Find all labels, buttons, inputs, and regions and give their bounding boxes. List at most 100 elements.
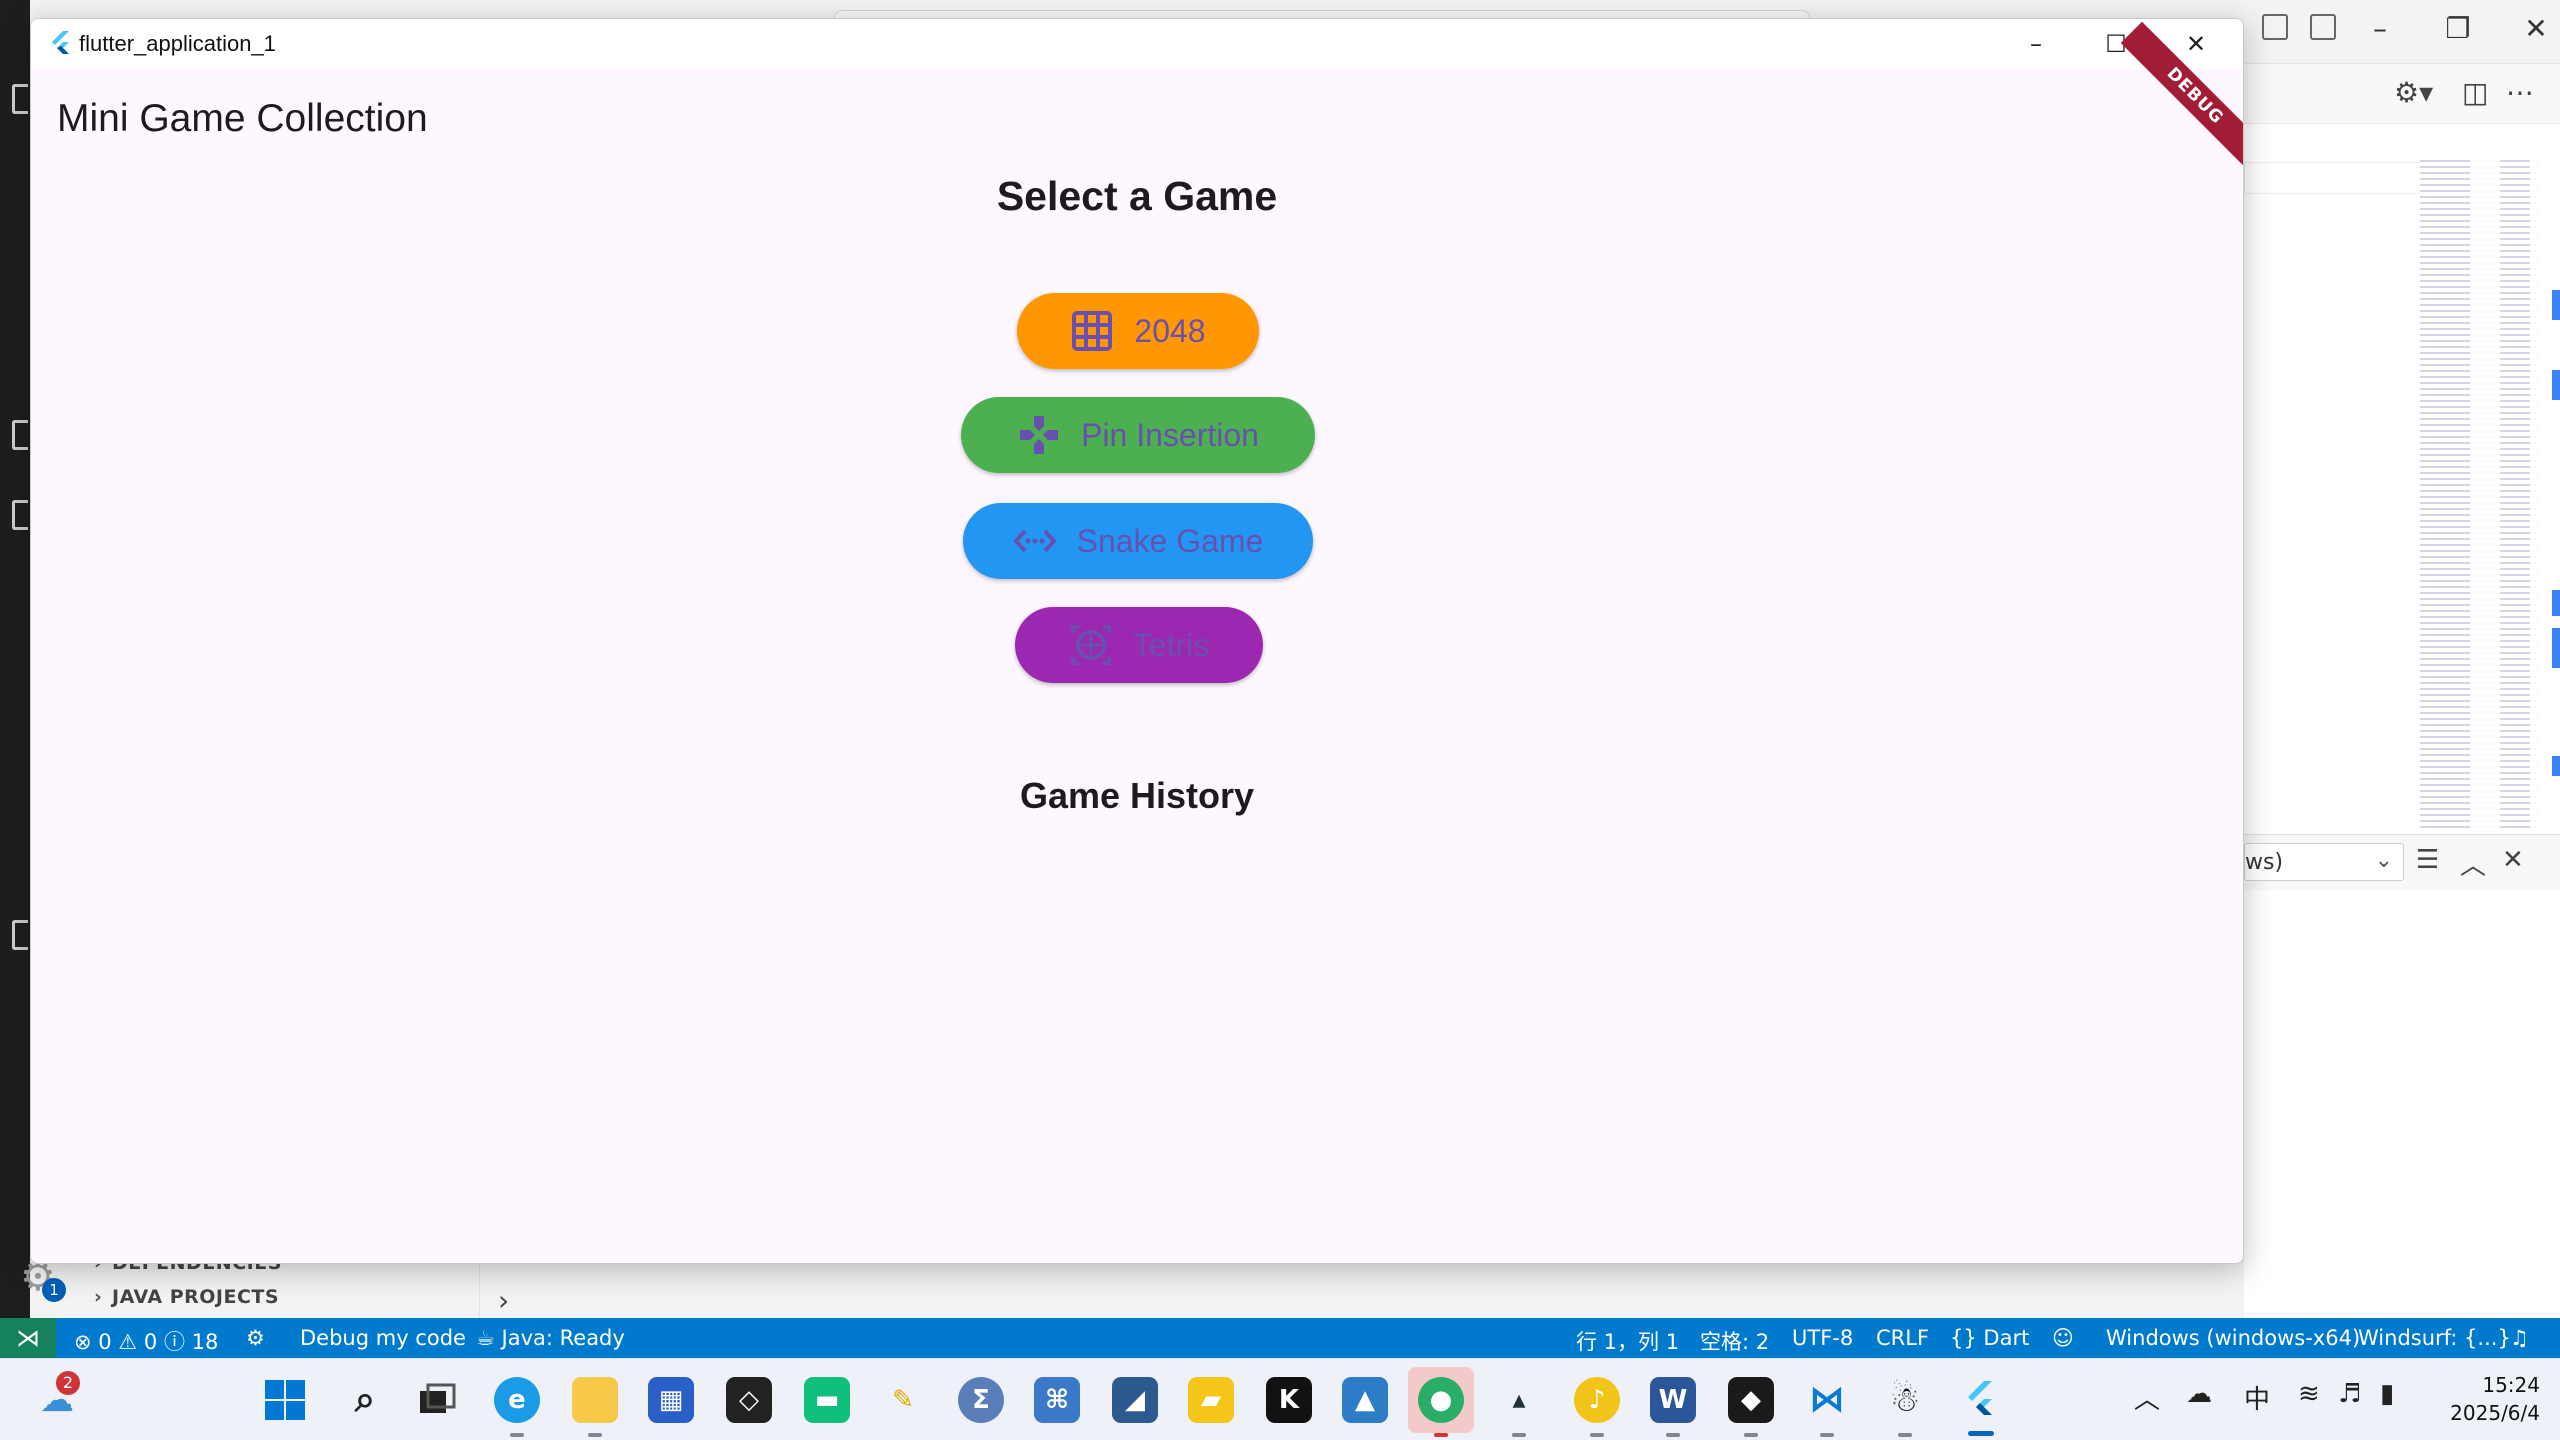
debug-status[interactable]: Debug my code xyxy=(300,1326,466,1350)
edge-icon[interactable]: e xyxy=(494,1377,540,1423)
game-button-snake-game[interactable]: Snake Game xyxy=(963,503,1313,579)
windows-taskbar: ☁ 2 ⌕ e ▦ ◇ ▬ ✎ Σ ⌘ ◢ ▰ K ▲ ● ▴ ♪ W ◆ ⋈ … xyxy=(0,1358,2560,1440)
battery-icon[interactable]: ▮ xyxy=(2380,1379,2394,1409)
chat-icon[interactable]: ▬ xyxy=(804,1377,850,1423)
indentation[interactable]: 空格: 2 xyxy=(1700,1326,1769,1356)
copilot-icon[interactable]: ☺ xyxy=(2052,1326,2074,1350)
run-debug-icon[interactable]: ⚙▾ xyxy=(2394,76,2433,109)
info-icon: ⓘ xyxy=(163,1330,185,1354)
scroll-marker xyxy=(2552,628,2560,668)
flutter-app-window: flutter_application_1 – ☐ ✕ Mini Game Co… xyxy=(30,18,2244,1264)
appbar-title: Mini Game Collection xyxy=(57,97,428,140)
output-channel-select[interactable]: ws) ⌄ xyxy=(2244,843,2404,881)
extensions-icon[interactable] xyxy=(12,420,28,450)
word-icon[interactable]: W xyxy=(1650,1377,1696,1423)
tray-overflow-icon[interactable]: ︿ xyxy=(2134,1379,2160,1416)
task-view-icon[interactable] xyxy=(414,1377,460,1423)
explorer-section-java-projects[interactable]: › JAVA PROJECTS xyxy=(94,1286,279,1308)
chevron-down-icon: ⌄ xyxy=(2374,848,2393,873)
taskbar-clock[interactable]: 15:24 2025/6/4 xyxy=(2440,1371,2540,1427)
k-app-icon[interactable]: K xyxy=(1266,1377,1312,1423)
language-mode[interactable]: {} Dart xyxy=(1950,1326,2029,1350)
volume-icon[interactable]: ♬ xyxy=(2338,1379,2361,1409)
photos-icon[interactable]: ▲ xyxy=(1342,1377,1388,1423)
clock-date: 2025/6/4 xyxy=(2450,1401,2540,1425)
notes-icon[interactable]: ▰ xyxy=(1188,1377,1234,1423)
minimize-icon[interactable]: – xyxy=(1997,19,2075,69)
chevron-right-icon[interactable]: › xyxy=(498,1284,509,1317)
game-button-label: 2048 xyxy=(1134,312,1206,349)
toggle-panel-icon[interactable] xyxy=(2262,14,2288,40)
python-icon[interactable]: ⌘ xyxy=(1034,1377,1080,1423)
encoding[interactable]: UTF-8 xyxy=(1792,1326,1853,1350)
editor-area[interactable] xyxy=(2244,124,2560,834)
wifi-icon[interactable]: ≋ xyxy=(2298,1379,2320,1409)
search-icon[interactable]: ⌕ xyxy=(342,1377,388,1423)
cube-app-icon[interactable]: ◆ xyxy=(1728,1377,1774,1423)
game-button-tetris[interactable]: Tetris xyxy=(1015,607,1263,683)
toggle-secondary-sidebar-icon[interactable] xyxy=(2310,14,2336,40)
java-status[interactable]: ☕ Java: Ready xyxy=(476,1326,625,1350)
clear-output-icon[interactable]: ☰ xyxy=(2416,845,2439,875)
windsurf-status[interactable]: Windsurf: {...} xyxy=(2358,1326,2511,1350)
grid-icon xyxy=(1072,311,1113,351)
pencil-icon[interactable]: ✎ xyxy=(880,1377,926,1423)
ime-indicator[interactable]: 中 xyxy=(2244,1379,2270,1416)
app-titlebar[interactable]: flutter_application_1 – ☐ ✕ xyxy=(31,19,2243,69)
scroll-marker xyxy=(2552,756,2560,776)
scroll-marker xyxy=(2552,590,2560,616)
onedrive-icon[interactable]: ☁ xyxy=(2186,1379,2212,1409)
scroll-marker xyxy=(2552,290,2560,320)
game-button-label: Snake Game xyxy=(1076,522,1264,559)
flutter-logo-icon xyxy=(52,31,69,54)
more-actions-icon[interactable]: ⋯ xyxy=(2506,76,2534,109)
flutter-taskbar-icon[interactable] xyxy=(1958,1377,2004,1423)
music-icon[interactable]: ♪ xyxy=(1574,1377,1620,1423)
remote-icon[interactable]: ⋊ xyxy=(0,1318,56,1358)
activity-bar xyxy=(0,0,30,1318)
game-button-pin-insertion[interactable]: Pin Insertion xyxy=(961,397,1315,473)
gamepad-icon xyxy=(1020,416,1059,454)
vscode-icon[interactable]: ⋈ xyxy=(1804,1377,1850,1423)
explorer-icon[interactable] xyxy=(12,84,28,114)
game-button-2048[interactable]: 2048 xyxy=(1017,293,1259,369)
output-panel[interactable] xyxy=(2244,890,2560,1280)
store-icon[interactable]: ▦ xyxy=(648,1377,694,1423)
app-icon[interactable]: Σ xyxy=(958,1377,1004,1423)
start-icon[interactable] xyxy=(262,1377,308,1423)
scroll-marker xyxy=(2552,370,2560,400)
unity-icon[interactable]: ◇ xyxy=(726,1377,772,1423)
error-icon: ⊗ xyxy=(74,1330,92,1354)
chevron-right-icon: › xyxy=(94,1286,103,1308)
line-ending[interactable]: CRLF xyxy=(1876,1326,1929,1350)
debug-icon[interactable]: ⚙ xyxy=(246,1326,265,1350)
output-channel-value: ws) xyxy=(2245,850,2284,875)
remote-icon[interactable] xyxy=(12,920,28,950)
close-panel-icon[interactable]: ✕ xyxy=(2502,845,2524,875)
weather-badge: 2 xyxy=(56,1371,80,1395)
status-bar: ⋊ ⊗ 0 ⚠ 0 ⓘ 18 ⚙ Debug my code ☕ Java: R… xyxy=(0,1318,2560,1358)
vscode-restore-icon[interactable]: ❐ xyxy=(2438,12,2478,45)
panel-toolbar: ws) ⌄ ☰ ︿ ✕ xyxy=(2244,834,2560,890)
split-editor-icon[interactable]: ◫ xyxy=(2462,76,2488,109)
editor-toolbar: ⚙▾ ◫ ⋯ xyxy=(2244,64,2560,124)
wechat-icon[interactable]: ● xyxy=(1418,1377,1464,1423)
testing-icon[interactable] xyxy=(12,500,28,530)
mysql-icon[interactable]: ◢ xyxy=(1112,1377,1158,1423)
qq-icon[interactable]: ☃ xyxy=(1882,1377,1928,1423)
maximize-panel-icon[interactable]: ︿ xyxy=(2460,845,2486,882)
cursor-position[interactable]: 行 1，列 1 xyxy=(1576,1326,1679,1356)
window-title: flutter_application_1 xyxy=(79,31,276,56)
code-arrows-icon xyxy=(1012,529,1057,553)
game-button-label: Pin Insertion xyxy=(1081,416,1259,453)
vscode-minimize-icon[interactable]: – xyxy=(2360,12,2400,45)
file-explorer-icon[interactable] xyxy=(572,1377,618,1423)
flutter-device[interactable]: Windows (windows-x64) xyxy=(2106,1326,2360,1350)
bell-icon[interactable]: ♫ xyxy=(2510,1326,2529,1350)
braces-icon: {} xyxy=(1950,1326,1977,1350)
settings-badge: 1 xyxy=(42,1278,66,1302)
cat-app-icon[interactable]: ▴ xyxy=(1496,1377,1542,1423)
game-history-heading: Game History xyxy=(1019,775,1255,816)
problems-status[interactable]: ⊗ 0 ⚠ 0 ⓘ 18 xyxy=(74,1326,218,1356)
vscode-close-icon[interactable]: ✕ xyxy=(2516,12,2556,45)
